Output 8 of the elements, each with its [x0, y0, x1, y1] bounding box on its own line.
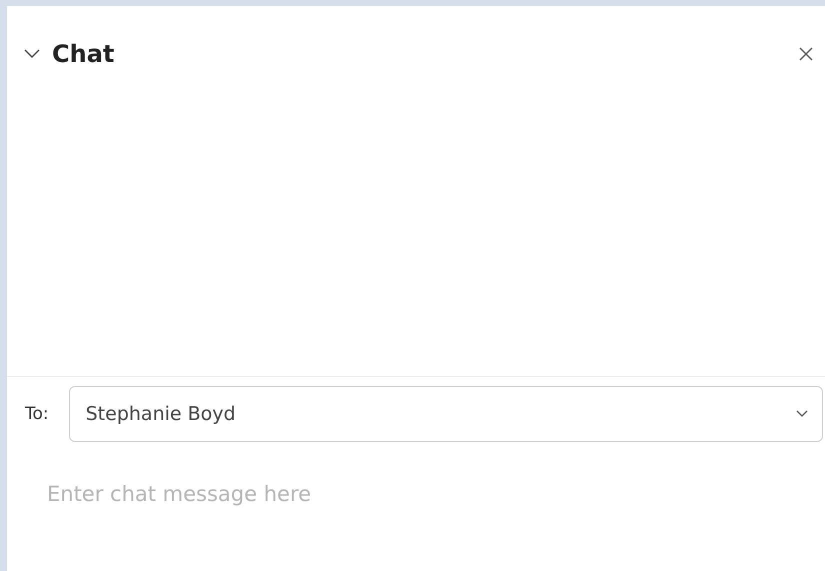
close-icon: [799, 47, 813, 61]
close-button[interactable]: [797, 45, 815, 63]
recipient-dropdown[interactable]: Stephanie Boyd: [68, 386, 823, 442]
chevron-icon: [24, 49, 40, 59]
panel-title: Chat: [52, 40, 114, 68]
to-label: To:: [25, 404, 49, 424]
message-field[interactable]: Enter chat message here: [7, 442, 825, 552]
caret-icon: [796, 410, 808, 418]
